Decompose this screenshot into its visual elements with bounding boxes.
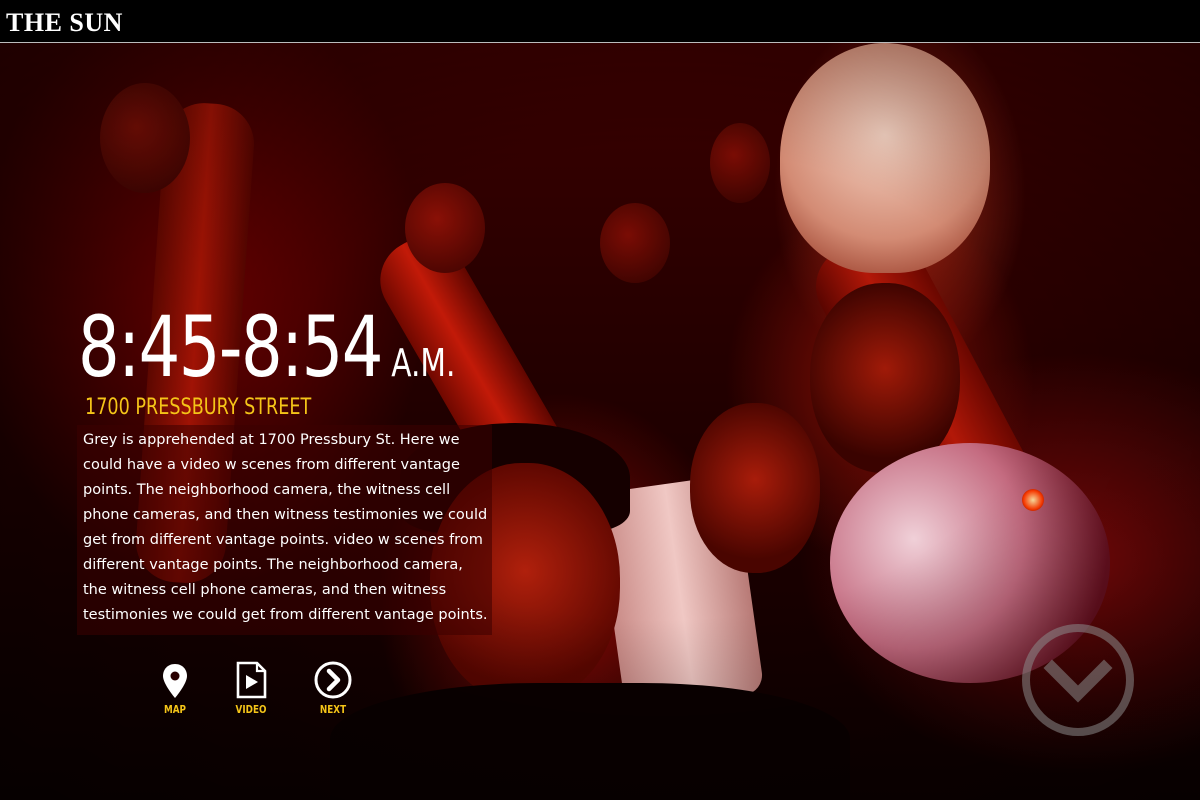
time-suffix: A.M. xyxy=(391,341,456,385)
next-label: NEXT xyxy=(319,703,347,716)
site-header: THE SUN xyxy=(0,0,1200,43)
map-label: MAP xyxy=(163,703,187,716)
next-arrow-icon xyxy=(314,661,352,699)
story-body: Grey is apprehended at 1700 Pressbury St… xyxy=(83,432,488,623)
time-range: 8:45-8:54 xyxy=(78,298,383,396)
video-file-icon xyxy=(236,661,267,699)
video-label: VIDEO xyxy=(235,703,267,716)
video-button[interactable]: VIDEO xyxy=(216,660,286,716)
time-heading: 8:45-8:54 A.M. xyxy=(78,302,455,392)
address-heading: 1700 PRESSBURY STREET xyxy=(85,395,312,420)
site-logo[interactable]: THE SUN xyxy=(6,8,123,38)
chevron-down-circle-icon xyxy=(1022,624,1134,736)
map-pin-icon xyxy=(163,664,187,698)
map-button[interactable]: MAP xyxy=(140,660,210,716)
scroll-down-button[interactable] xyxy=(1020,622,1136,738)
next-button[interactable]: NEXT xyxy=(298,660,368,716)
